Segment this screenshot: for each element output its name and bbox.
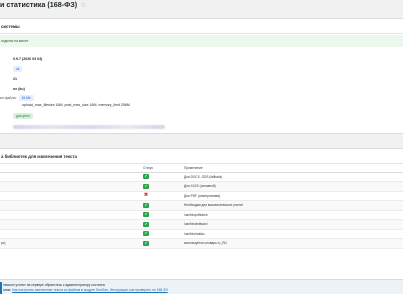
library-status: ✓ (142, 172, 183, 182)
col-name (0, 165, 142, 173)
libraries-card-heading: а библиотек для извлечения текста (0, 149, 403, 164)
redacted-row (13, 125, 165, 131)
library-note: Для DOCX, ODS (fallback) (183, 172, 403, 182)
check-icon: ✓ (143, 212, 149, 218)
status-notice: ходится на месте (0, 35, 403, 47)
library-note: /usr/bin/antiword (183, 219, 403, 230)
library-status: ✓ (142, 181, 183, 192)
help-link[interactable]: Как настроить извлечение текста из файло… (12, 288, 168, 292)
upload-badge: 16 Mb (18, 95, 34, 101)
status-row: доступен (13, 113, 33, 119)
table-row: ✓ /usr/bin/antiword (0, 219, 403, 230)
library-name (0, 210, 142, 220)
mode-badge: ok (13, 66, 23, 72)
library-name (0, 219, 142, 230)
version-row: 0.9.7 (2026 03 04) (13, 56, 42, 62)
libraries-table: Статус Применение ✓ Для DOCX, ODS (fallba… (0, 165, 403, 249)
library-note: Для XLSX (основной) (183, 181, 403, 192)
system-card: системы ходится на месте 0.9.7 (2026 03 … (0, 18, 403, 134)
library-name: pc) (0, 238, 142, 249)
library-name (0, 181, 142, 192)
library-note: Для PDF (альтернатива) (183, 191, 403, 201)
library-status: ✓ (142, 210, 183, 220)
row-4: ne (ku) (13, 86, 25, 92)
table-header-row: Статус Применение (0, 165, 403, 173)
library-note: /usr/bin/pdftotext (183, 210, 403, 220)
check-icon: ✓ (143, 183, 149, 189)
redacted-text (13, 125, 165, 129)
upload-row: ки файла: 16 Mb (0, 95, 34, 101)
check-icon: ✓ (143, 221, 149, 227)
star-icon[interactable]: ☆ (80, 0, 86, 9)
table-row: ✓ Для DOCX, ODS (fallback) (0, 172, 403, 182)
library-name (0, 200, 142, 211)
check-icon: ✓ (143, 231, 149, 237)
version-value: 0.9.7 (2026 03 04) (13, 57, 43, 61)
info-box: нешних утилит на сервере обратитесь к ад… (0, 282, 403, 294)
library-status: ✓ (142, 229, 183, 239)
library-name (0, 191, 142, 201)
row-3-value: 21 (13, 77, 17, 81)
col-status: Статус (142, 165, 183, 173)
table-row: pc) ✓ используется словарь ru_RU (0, 238, 403, 249)
mode-row: ok (13, 66, 23, 72)
check-icon: ✓ (143, 240, 149, 246)
page-title: и статистика (168-ФЗ) ☆ (0, 0, 87, 12)
library-status: ✓ (142, 200, 183, 211)
library-note: используется словарь ru_RU (183, 238, 403, 249)
system-card-heading: системы (0, 19, 403, 34)
table-row: ✓ Необходим для вызова внешних утилит (0, 200, 403, 211)
page-title-text: и статистика (168-ФЗ) (0, 0, 78, 9)
libraries-card: а библиотек для извлечения текста Статус… (0, 148, 403, 280)
library-name (0, 172, 142, 182)
row-4-value: ne (ku) (13, 87, 25, 91)
library-status: ✖ (142, 191, 183, 201)
library-status: ✓ (142, 238, 183, 249)
limits-text: upload_max_filesize 16M, post_max_size 1… (22, 103, 130, 107)
library-note: Необходим для вызова внешних утилит (183, 200, 403, 211)
check-icon: ✓ (143, 174, 149, 180)
check-icon: ✓ (143, 202, 149, 208)
status-badge: доступен (13, 113, 33, 119)
library-status: ✓ (142, 219, 183, 230)
table-row: ✓ /usr/bin/pdftotext (0, 210, 403, 220)
row-3: 21 (13, 76, 17, 82)
table-row: ✓ Для XLSX (основной) (0, 181, 403, 192)
library-name (0, 229, 142, 239)
table-row: ✓ /usr/bin/catdoc (0, 229, 403, 239)
info-line-2: ании: Как настроить извлечение текста из… (3, 288, 403, 293)
col-note: Применение (183, 165, 403, 173)
info-line-2-prefix: ании: (3, 288, 13, 292)
library-note: /usr/bin/catdoc (183, 229, 403, 239)
cross-icon: ✖ (143, 192, 149, 199)
limits-row: upload_max_filesize 16M, post_max_size 1… (22, 102, 130, 108)
upload-label: ки файла: (0, 96, 17, 100)
table-row: ✖ Для PDF (альтернатива) (0, 191, 403, 201)
